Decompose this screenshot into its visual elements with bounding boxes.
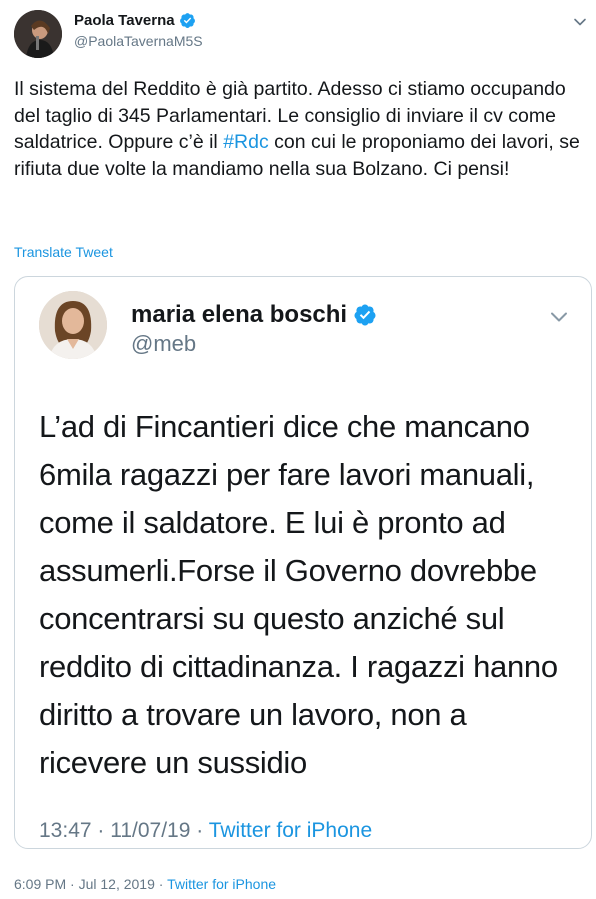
chevron-down-icon (551, 312, 567, 322)
quoted-tweet-meta: 13:47 · 11/07/19 · Twitter for iPhone (39, 819, 372, 843)
author-handle[interactable]: @PaolaTavernaM5S (74, 33, 203, 49)
quoted-author-name-line[interactable]: maria elena boschi (131, 301, 377, 329)
quoted-author-name[interactable]: maria elena boschi (131, 301, 347, 329)
author-name-line[interactable]: Paola Taverna (74, 12, 196, 29)
tweet-meta: 6:09 PM · Jul 12, 2019 · Twitter for iPh… (14, 876, 276, 892)
quoted-date: 11/07/19 (110, 819, 191, 842)
author-avatar[interactable] (14, 10, 62, 58)
quoted-source-link: Twitter for iPhone (208, 819, 373, 842)
verified-badge-icon (354, 304, 376, 326)
author-name[interactable]: Paola Taverna (74, 12, 175, 29)
verified-badge-icon (179, 13, 195, 28)
tweet: Paola Taverna @PaolaTavernaM5S Il sistem… (0, 0, 596, 899)
translate-tweet-link[interactable]: Translate Tweet (14, 244, 113, 260)
quoted-author-avatar[interactable] (39, 291, 107, 359)
meta-separator: · (190, 819, 209, 842)
hashtag-link[interactable]: #Rdc (223, 131, 269, 153)
chevron-down-icon[interactable] (572, 14, 588, 30)
meta-separator: · (91, 819, 111, 842)
meta-separator: · (154, 876, 168, 892)
quoted-time: 13:47 (39, 819, 92, 842)
quoted-tweet-text: L’ad di Fincantieri dice che mancano 6mi… (39, 409, 558, 780)
tweet-timestamp[interactable]: 6:09 PM · Jul 12, 2019 (14, 876, 155, 892)
tweet-source-link[interactable]: Twitter for iPhone (167, 876, 276, 892)
quoted-tweet[interactable]: maria elena boschi @meb L’ad di Fincanti… (14, 276, 592, 849)
quoted-author-handle[interactable]: @meb (131, 331, 196, 357)
tweet-text: Il sistema del Reddito è già partito. Ad… (14, 76, 590, 182)
